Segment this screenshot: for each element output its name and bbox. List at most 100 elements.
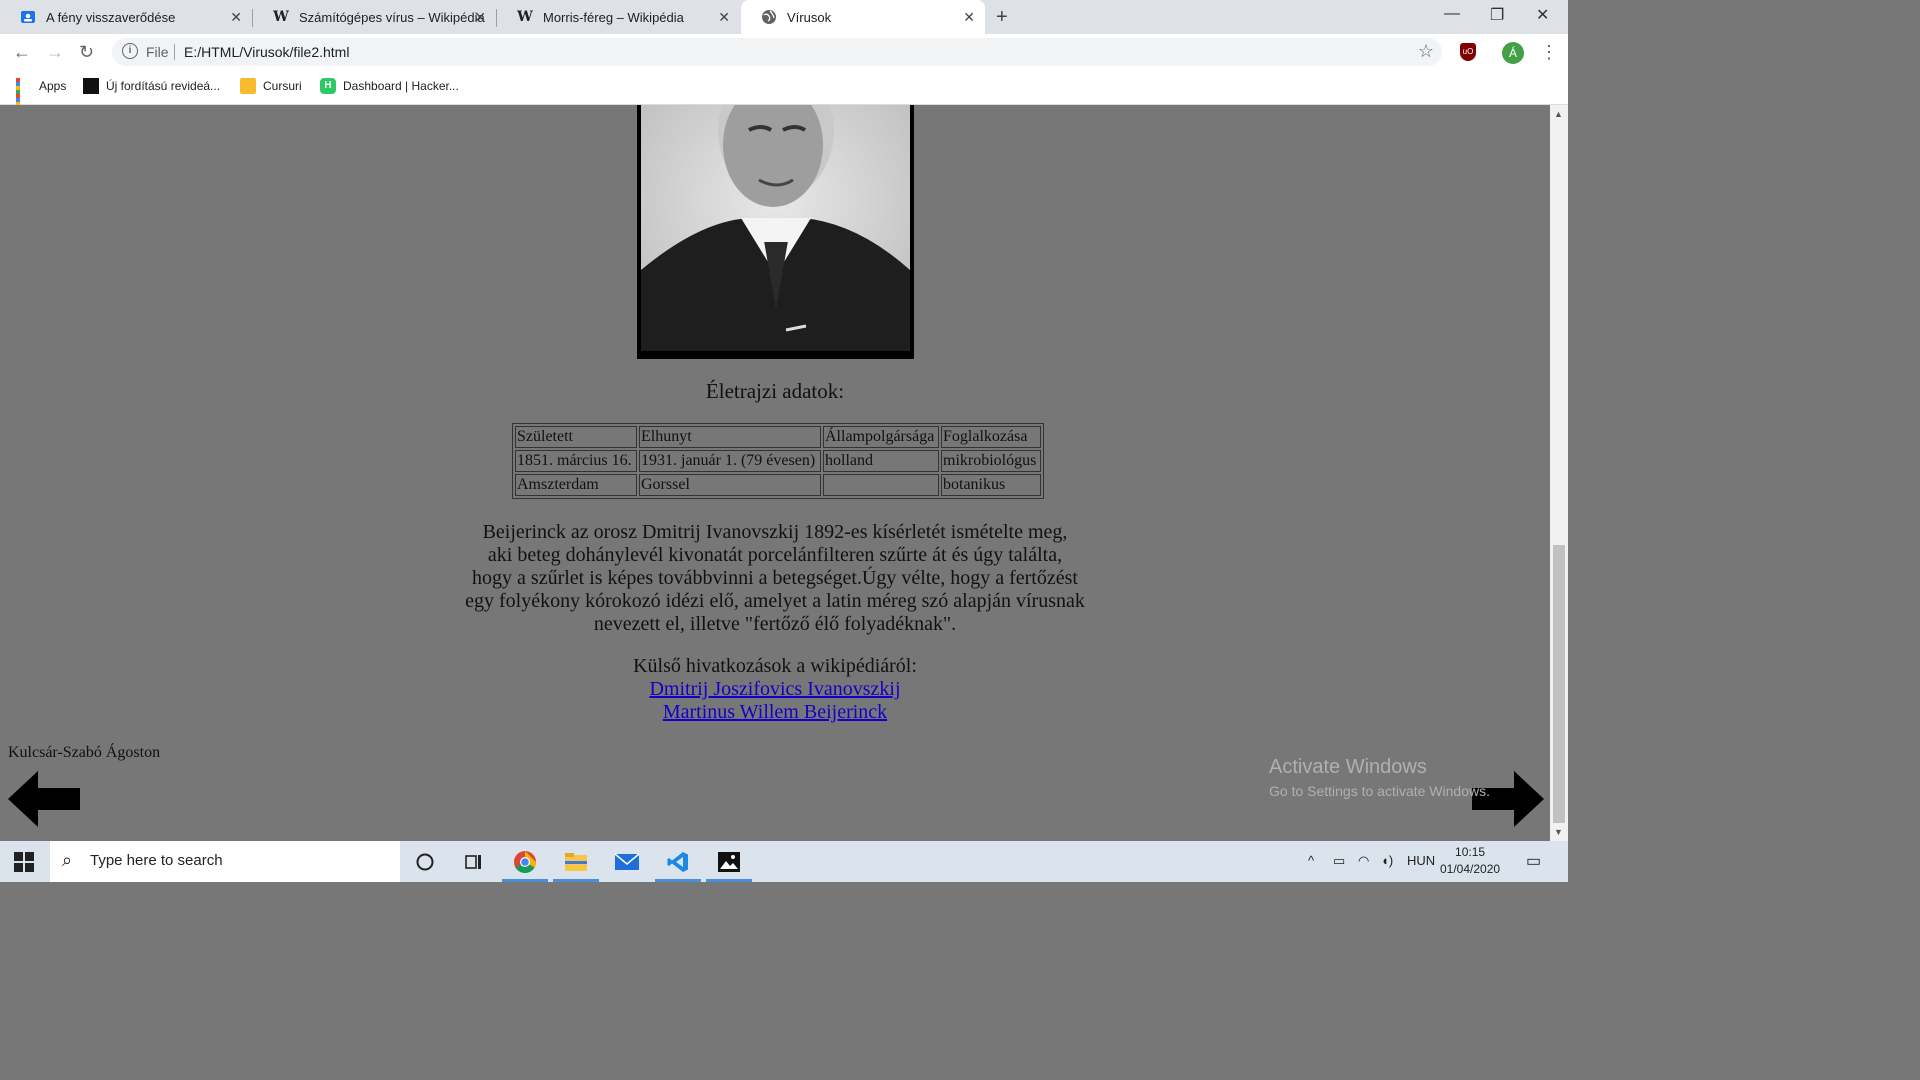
search-icon: ⌕ — [62, 850, 73, 870]
browser-toolbar: ← → ↻ i File E:/HTML/Virusok/file2.html … — [0, 34, 1568, 71]
table-cell: Amszterdam — [515, 474, 637, 496]
paragraph-line: nevezett el, illetve "fertőző élő folyad… — [593, 613, 957, 635]
scroll-up-icon[interactable]: ▲ — [1554, 109, 1563, 119]
book-icon — [83, 78, 99, 94]
clock-date: 01/04/2020 — [1440, 862, 1501, 876]
link-ivanovszkij[interactable]: Dmitrij Joszifovics Ivanovszkij — [649, 678, 900, 700]
info-icon[interactable]: i — [122, 43, 138, 59]
bookmark-apps[interactable]: Apps — [16, 78, 67, 114]
close-icon[interactable]: ✕ — [718, 9, 730, 26]
scrollbar-thumb[interactable] — [1553, 545, 1565, 823]
ublock-extension-icon[interactable]: uO — [1460, 43, 1476, 61]
table-row: Született Elhunyt Állampolgársága Foglal… — [515, 426, 1041, 448]
table-cell: Gorssel — [639, 474, 821, 496]
bio-heading: Életrajzi adatok: — [705, 379, 845, 403]
table-cell: 1931. január 1. (79 évesen) — [639, 450, 821, 472]
task-view-icon[interactable] — [457, 847, 491, 877]
tab-morris-fereg[interactable]: W Morris-féreg – Wikipédia ✕ — [497, 0, 740, 34]
mail-icon[interactable] — [610, 847, 644, 877]
clock[interactable]: 10:15 01/04/2020 — [1440, 844, 1500, 878]
portrait-image — [637, 105, 914, 359]
table-cell: botanikus — [941, 474, 1041, 496]
url-text[interactable]: E:/HTML/Virusok/file2.html — [184, 44, 349, 60]
photos-icon[interactable] — [706, 847, 752, 882]
tab-strip: A fény visszaverődése ✕ W Számítógépes v… — [0, 0, 1568, 34]
back-button[interactable]: ← — [13, 42, 31, 63]
table-row: 1851. március 16. 1931. január 1. (79 év… — [515, 450, 1041, 472]
action-center-icon[interactable]: ▭ — [1526, 851, 1541, 871]
address-bar[interactable]: i File E:/HTML/Virusok/file2.html ☆ — [112, 38, 1442, 66]
volume-icon[interactable]: ◖) — [1381, 853, 1393, 868]
vscode-icon[interactable] — [655, 847, 701, 882]
chevron-up-icon[interactable]: ^ — [1308, 853, 1314, 868]
bookmark-label: Új fordítású revideá... — [106, 79, 221, 93]
windows-start-icon[interactable] — [14, 852, 34, 872]
table-row: Amszterdam Gorssel botanikus — [515, 474, 1041, 496]
watermark-subtitle: Go to Settings to activate Windows. — [1269, 783, 1490, 799]
paragraph-line: aki beteg dohánylevél kivonatát porcelán… — [487, 544, 1063, 566]
more-menu-icon[interactable]: ⋮ — [1540, 42, 1558, 63]
windows-taskbar: ⌕ Type here to search ^ ▭ ◠ ◖) HUN 10:15… — [0, 841, 1568, 882]
tab-title: Számítógépes vírus – Wikipédia — [299, 9, 485, 25]
tab-szamitogepes-virus[interactable]: W Számítógépes vírus – Wikipédia ✕ — [253, 0, 496, 34]
bookmark-label: Apps — [39, 79, 67, 93]
language-indicator[interactable]: HUN — [1407, 853, 1435, 868]
bio-table: Született Elhunyt Állampolgársága Foglal… — [512, 423, 1044, 499]
external-links: Külső hivatkozások a wikipédiáról: Dmitr… — [0, 655, 1550, 724]
bookmark-star-icon[interactable]: ☆ — [1418, 41, 1434, 62]
table-cell: Elhunyt — [639, 426, 821, 448]
close-icon[interactable]: ✕ — [963, 9, 975, 26]
tab-title: Vírusok — [787, 9, 832, 25]
scroll-down-icon[interactable]: ▼ — [1554, 827, 1563, 837]
profile-avatar[interactable]: Á — [1502, 42, 1524, 64]
chrome-taskbar-icon[interactable] — [502, 847, 548, 882]
classroom-icon — [20, 9, 36, 25]
search-placeholder: Type here to search — [90, 852, 223, 869]
watermark-title: Activate Windows — [1269, 756, 1427, 778]
wifi-icon[interactable]: ◠ — [1358, 853, 1369, 869]
table-cell: mikrobiológus — [941, 450, 1041, 472]
link-beijerinck[interactable]: Martinus Willem Beijerinck — [663, 701, 887, 723]
close-icon[interactable]: ✕ — [230, 9, 242, 26]
table-cell: Foglalkozása — [941, 426, 1041, 448]
prev-page-arrow-icon[interactable] — [8, 771, 82, 832]
links-title: Külső hivatkozások a wikipédiáról: — [633, 655, 917, 677]
table-cell: 1851. március 16. — [515, 450, 637, 472]
reload-button[interactable]: ↻ — [79, 42, 94, 63]
wikipedia-icon: W — [517, 9, 533, 25]
tab-fény-visszaverődése[interactable]: A fény visszaverődése ✕ — [0, 0, 252, 34]
close-window-button[interactable]: ✕ — [1536, 5, 1549, 25]
author-name: Kulcsár-Szabó Ágoston — [8, 744, 161, 761]
cortana-icon[interactable] — [408, 847, 442, 877]
table-cell: holland — [823, 450, 939, 472]
paragraph-line: Beijerinck az orosz Dmitrij Ivanovszkij … — [482, 521, 1068, 543]
activate-windows-watermark: Activate Windows Go to Settings to activ… — [1269, 756, 1490, 799]
table-cell: Állampolgársága — [823, 426, 939, 448]
globe-icon — [761, 9, 777, 25]
forward-button[interactable]: → — [46, 42, 64, 63]
hackerrank-icon: H — [320, 78, 336, 94]
apps-grid-icon — [16, 78, 32, 114]
close-icon[interactable]: ✕ — [474, 9, 486, 26]
bookmark-cursuri[interactable]: Cursuri — [240, 78, 302, 94]
url-scheme: File — [146, 44, 169, 60]
battery-icon[interactable]: ▭ — [1333, 853, 1345, 869]
table-cell: Született — [515, 426, 637, 448]
restore-button[interactable]: ❐ — [1490, 5, 1504, 25]
table-cell — [823, 474, 939, 496]
tab-virusok[interactable]: Vírusok ✕ — [741, 0, 985, 34]
new-tab-button[interactable]: + — [996, 6, 1008, 29]
taskbar-search[interactable]: ⌕ Type here to search — [50, 841, 400, 882]
file-explorer-icon[interactable] — [553, 847, 599, 882]
bookmark-forditas[interactable]: Új fordítású revideá... — [83, 78, 220, 94]
paragraph-line: egy folyékony kórokozó idézi elő, amelye… — [465, 590, 1085, 612]
bookmark-label: Cursuri — [263, 79, 302, 93]
page-content: Életrajzi adatok: Született Elhunyt Álla… — [0, 105, 1550, 841]
classroom-icon — [240, 78, 256, 94]
bookmark-hackerrank[interactable]: H Dashboard | Hacker... — [320, 78, 459, 94]
clock-time: 10:15 — [1455, 845, 1486, 859]
vertical-scrollbar[interactable]: ▲ ▼ — [1550, 105, 1568, 841]
bookmark-label: Dashboard | Hacker... — [343, 79, 459, 93]
minimize-button[interactable]: — — [1444, 5, 1460, 23]
wikipedia-icon: W — [273, 9, 289, 25]
